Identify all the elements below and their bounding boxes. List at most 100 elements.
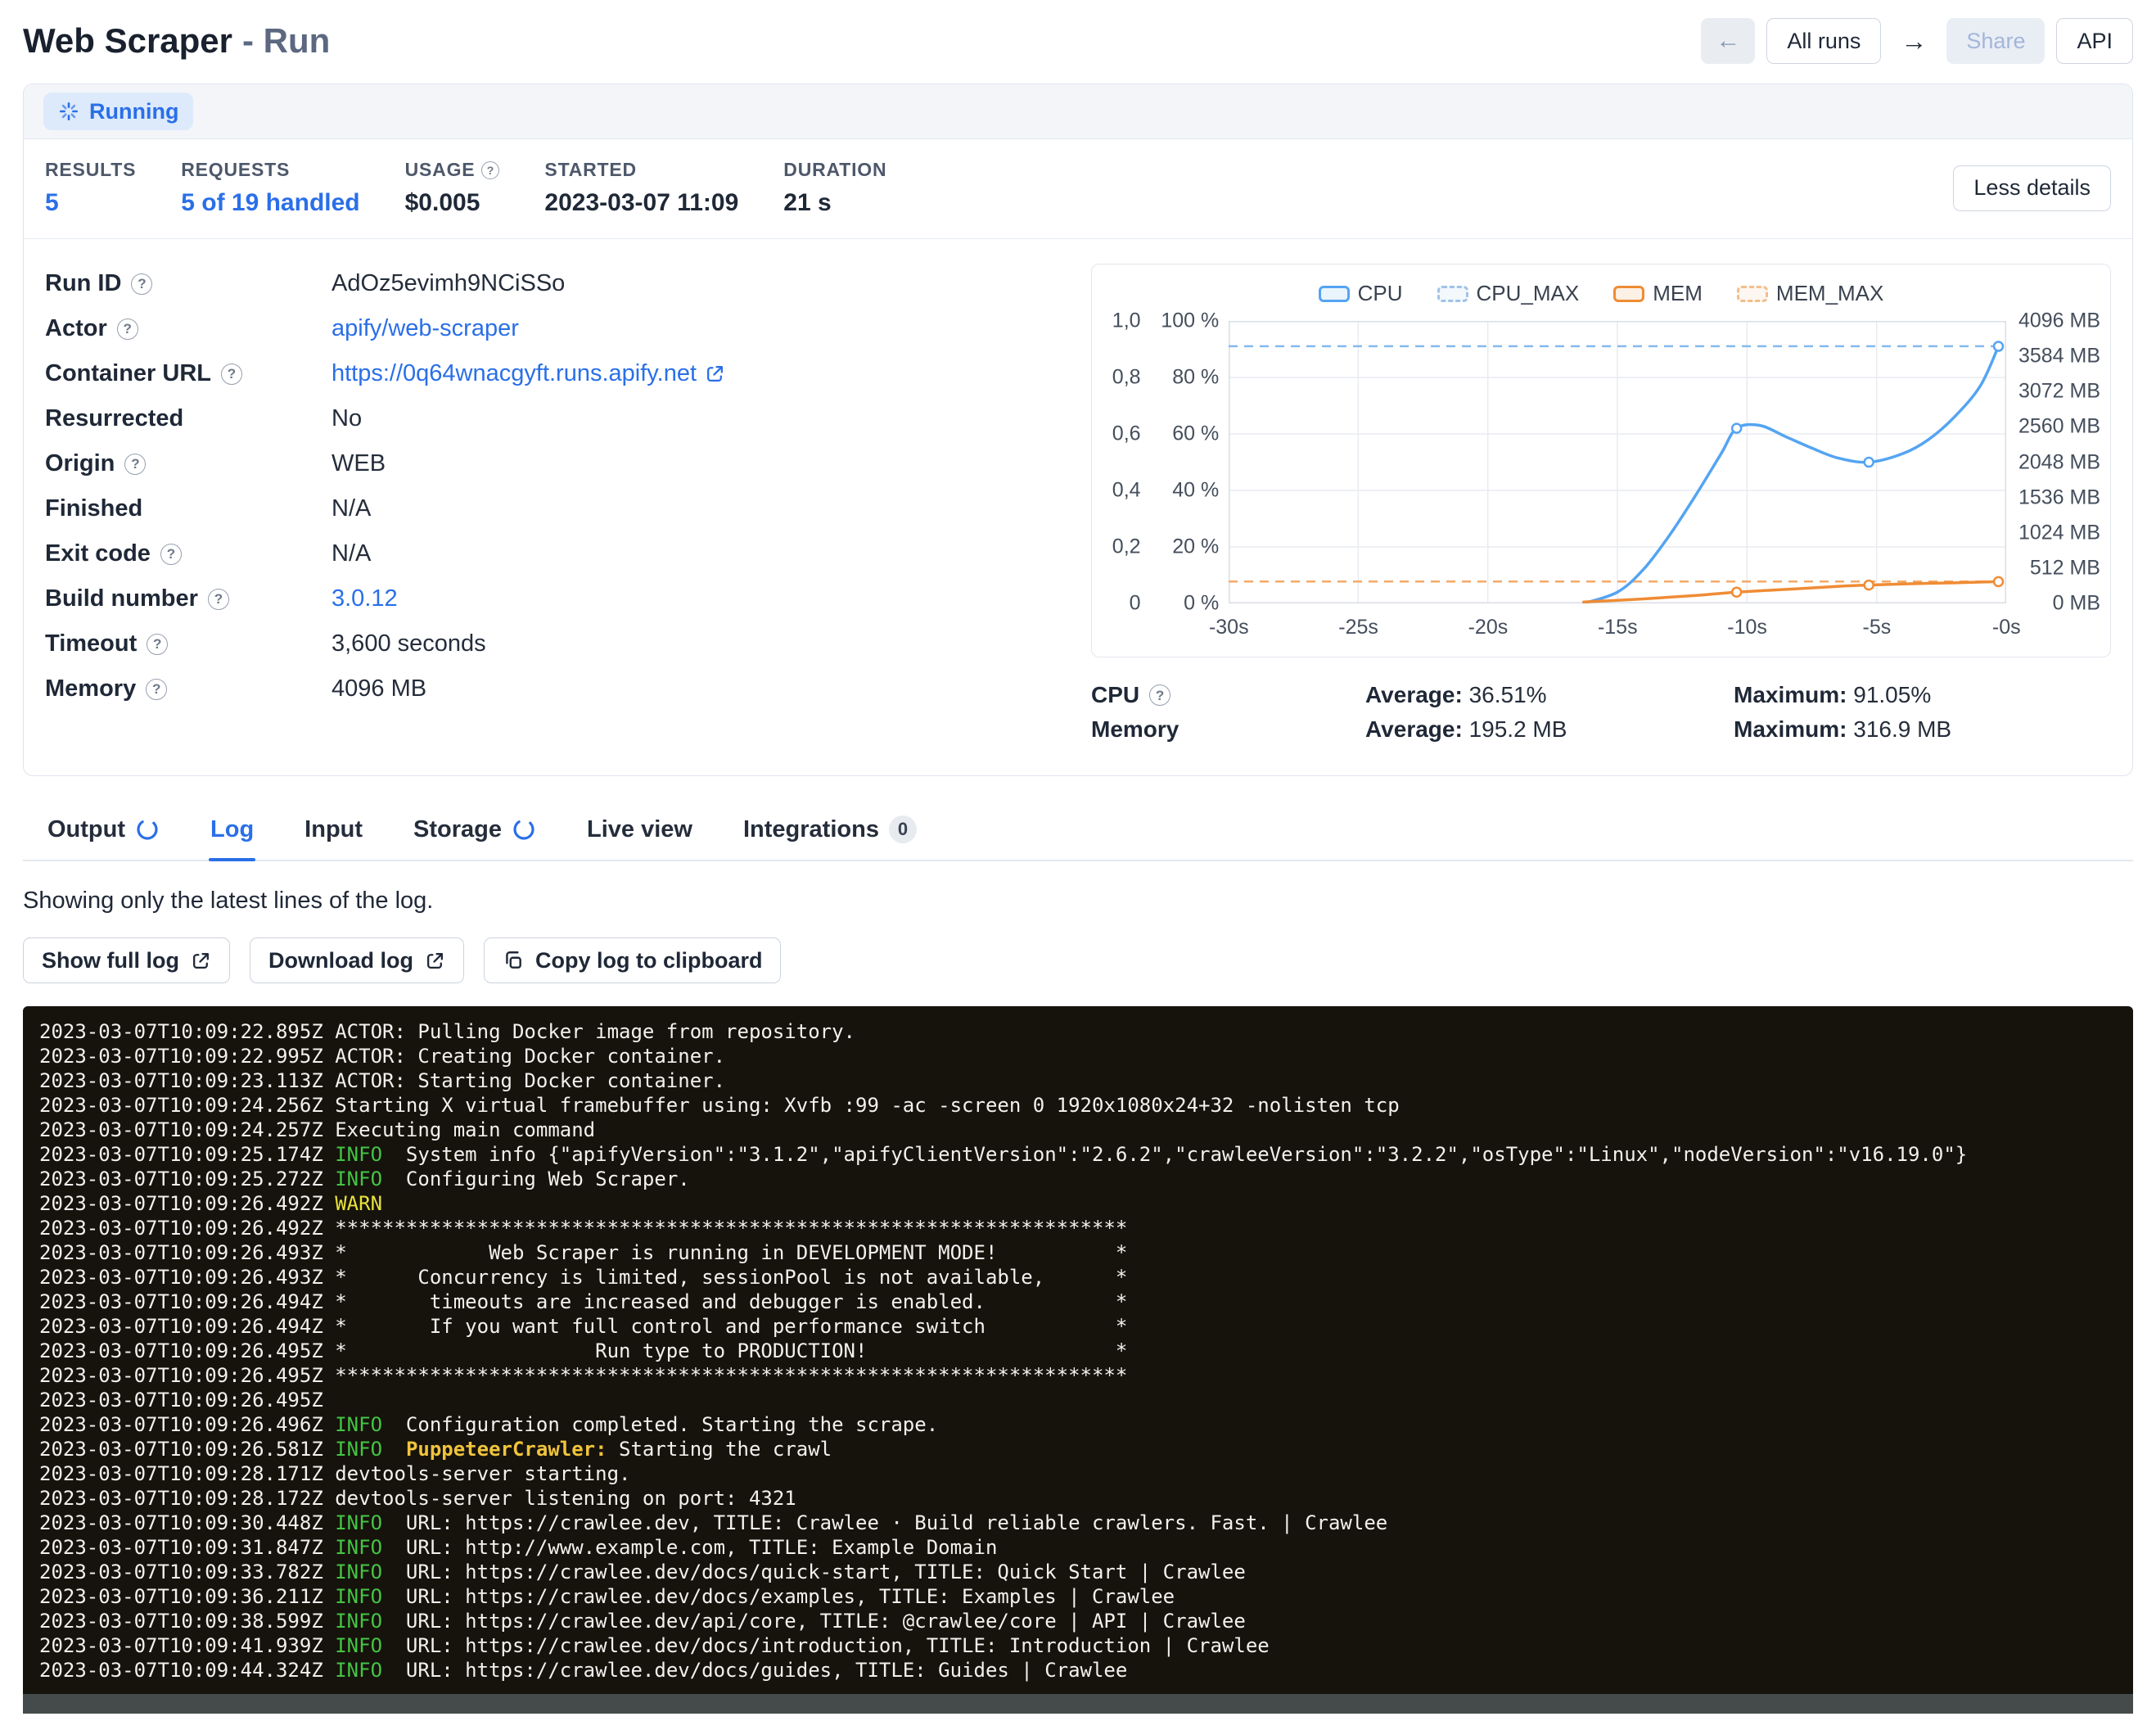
- tab-label: Input: [304, 816, 363, 843]
- status-badge-label: Running: [89, 99, 178, 124]
- help-icon[interactable]: ?: [147, 634, 168, 655]
- log-line: 2023-03-07T10:09:26.492Z ***************…: [39, 1216, 2117, 1240]
- detail-value: 4096 MB: [332, 675, 426, 702]
- help-icon[interactable]: ?: [160, 544, 182, 565]
- help-icon[interactable]: ?: [117, 318, 138, 340]
- download-log-label: Download log: [268, 948, 413, 973]
- page-title-main: Web Scraper: [23, 21, 232, 61]
- all-runs-button[interactable]: All runs: [1766, 18, 1881, 64]
- download-log-button[interactable]: Download log: [250, 937, 464, 983]
- tab-log[interactable]: Log: [209, 806, 255, 860]
- run-details-list: Run ID? AdOz5evimh9NCiSSo Actor? apify/w…: [45, 264, 1058, 743]
- log-line: 2023-03-07T10:09:44.324Z INFO URL: https…: [39, 1658, 2117, 1683]
- stats-row: RESULTS 5 REQUESTS 5 of 19 handled USAGE…: [24, 139, 2132, 239]
- stat-requests-label: REQUESTS: [181, 159, 359, 181]
- stat-results-value[interactable]: 5: [45, 189, 136, 217]
- stat-started-label: STARTED: [544, 159, 738, 181]
- log-line: 2023-03-07T10:09:23.113Z ACTOR: Starting…: [39, 1068, 2117, 1093]
- page-header: Web Scraper - Run ← All runs → Share API: [23, 18, 2133, 64]
- stat-requests-value[interactable]: 5 of 19 handled: [181, 189, 359, 217]
- log-line: 2023-03-07T10:09:26.494Z * If you want f…: [39, 1314, 2117, 1339]
- log-line: 2023-03-07T10:09:24.257Z Executing main …: [39, 1118, 2117, 1142]
- legend-label: MEM: [1653, 281, 1703, 306]
- axis-tick: -20s: [1468, 616, 1509, 639]
- legend-label: CPU: [1358, 281, 1403, 306]
- copy-log-button[interactable]: Copy log to clipboard: [484, 937, 782, 983]
- legend-item[interactable]: CPU: [1319, 281, 1403, 306]
- axis-tick: 2048 MB: [2018, 450, 2100, 474]
- header-actions: ← All runs → Share API: [1701, 18, 2133, 64]
- metrics-chart-card: CPUCPU_MAXMEMMEM_MAX 1,00,80,60,40,20 10…: [1091, 264, 2111, 657]
- metrics-column: CPUCPU_MAXMEMMEM_MAX 1,00,80,60,40,20 10…: [1091, 264, 2111, 743]
- help-icon[interactable]: ?: [1149, 684, 1170, 706]
- container-url-link[interactable]: https://0q64wnacgyft.runs.apify.net: [332, 360, 725, 387]
- axis-tick: -15s: [1598, 616, 1638, 639]
- external-link-icon: [705, 364, 725, 384]
- log-horizontal-scrollbar[interactable]: [23, 1694, 2133, 1714]
- stat-started-value: 2023-03-07 11:09: [544, 189, 738, 217]
- help-icon[interactable]: ?: [208, 589, 229, 610]
- copy-icon: [503, 950, 524, 971]
- detail-label: Resurrected: [45, 405, 183, 432]
- axis-tick: 512 MB: [2030, 556, 2100, 580]
- tab-output[interactable]: Output: [46, 806, 161, 860]
- log-line: 2023-03-07T10:09:36.211Z INFO URL: https…: [39, 1584, 2117, 1609]
- tab-integrations[interactable]: Integrations 0: [742, 806, 918, 860]
- help-icon[interactable]: ?: [221, 364, 242, 385]
- share-button[interactable]: Share: [1946, 18, 2045, 64]
- metrics-plot: [1229, 321, 2006, 603]
- show-full-log-button[interactable]: Show full log: [23, 937, 230, 983]
- x-axis: -30s-25s-20s-15s-10s-5s-0s: [1229, 616, 2006, 645]
- stat-usage-value: $0.005: [405, 189, 500, 217]
- detail-row-exit-code: Exit code? N/A: [45, 540, 1058, 585]
- tab-storage[interactable]: Storage: [412, 806, 538, 860]
- stat-results: RESULTS 5: [45, 159, 136, 217]
- log-line: 2023-03-07T10:09:26.495Z * Run type to P…: [39, 1339, 2117, 1363]
- previous-run-button[interactable]: ←: [1701, 18, 1755, 64]
- tab-live-view[interactable]: Live view: [585, 806, 694, 860]
- next-run-button[interactable]: →: [1892, 18, 1935, 64]
- tab-input[interactable]: Input: [303, 806, 364, 860]
- axis-tick: 0,4: [1112, 479, 1141, 503]
- build-number-link[interactable]: 3.0.12: [332, 585, 398, 612]
- detail-value: N/A: [332, 495, 371, 522]
- help-icon[interactable]: ?: [124, 454, 146, 475]
- log-line: 2023-03-07T10:09:26.492Z WARN: [39, 1191, 2117, 1216]
- detail-value: No: [332, 405, 362, 432]
- log-terminal[interactable]: 2023-03-07T10:09:22.895Z ACTOR: Pulling …: [23, 1006, 2133, 1714]
- memory-label-text: Memory: [1091, 716, 1179, 743]
- detail-row-container-url: Container URL? https://0q64wnacgyft.runs…: [45, 360, 1058, 405]
- log-notice: Showing only the latest lines of the log…: [23, 888, 2133, 915]
- external-link-icon: [425, 951, 445, 971]
- detail-value: 3,600 seconds: [332, 630, 486, 657]
- memory-summary-label: Memory: [1091, 716, 1365, 743]
- axis-tick: 0 %: [1184, 592, 1219, 616]
- detail-row-actor: Actor? apify/web-scraper: [45, 315, 1058, 360]
- legend-swatch: [1613, 286, 1644, 302]
- legend-swatch: [1737, 286, 1768, 302]
- stat-duration: DURATION 21 s: [783, 159, 886, 217]
- axis-tick: 40 %: [1172, 479, 1219, 503]
- api-button[interactable]: API: [2056, 18, 2133, 64]
- help-icon[interactable]: ?: [481, 161, 499, 179]
- log-line: 2023-03-07T10:09:26.495Z: [39, 1388, 2117, 1412]
- detail-label: Origin: [45, 450, 115, 477]
- help-icon[interactable]: ?: [131, 273, 152, 295]
- stat-duration-label: DURATION: [783, 159, 886, 181]
- axis-tick: 0: [1130, 592, 1141, 616]
- axis-tick: -0s: [1992, 616, 2021, 639]
- help-icon[interactable]: ?: [146, 679, 167, 700]
- tab-label: Live view: [587, 816, 692, 843]
- axis-tick: 2560 MB: [2018, 415, 2100, 439]
- stat-usage-label: USAGE ?: [405, 159, 500, 181]
- legend-item[interactable]: CPU_MAX: [1437, 281, 1580, 306]
- less-details-button[interactable]: Less details: [1953, 165, 2111, 211]
- legend-item[interactable]: MEM: [1613, 281, 1703, 306]
- actor-link[interactable]: apify/web-scraper: [332, 315, 519, 342]
- page: Web Scraper - Run ← All runs → Share API…: [0, 0, 2156, 1714]
- detail-value: N/A: [332, 540, 371, 567]
- legend-item[interactable]: MEM_MAX: [1737, 281, 1883, 306]
- run-details-section: Run ID? AdOz5evimh9NCiSSo Actor? apify/w…: [24, 239, 2132, 775]
- spinner-icon: [58, 101, 79, 122]
- tab-label: Storage: [413, 816, 502, 843]
